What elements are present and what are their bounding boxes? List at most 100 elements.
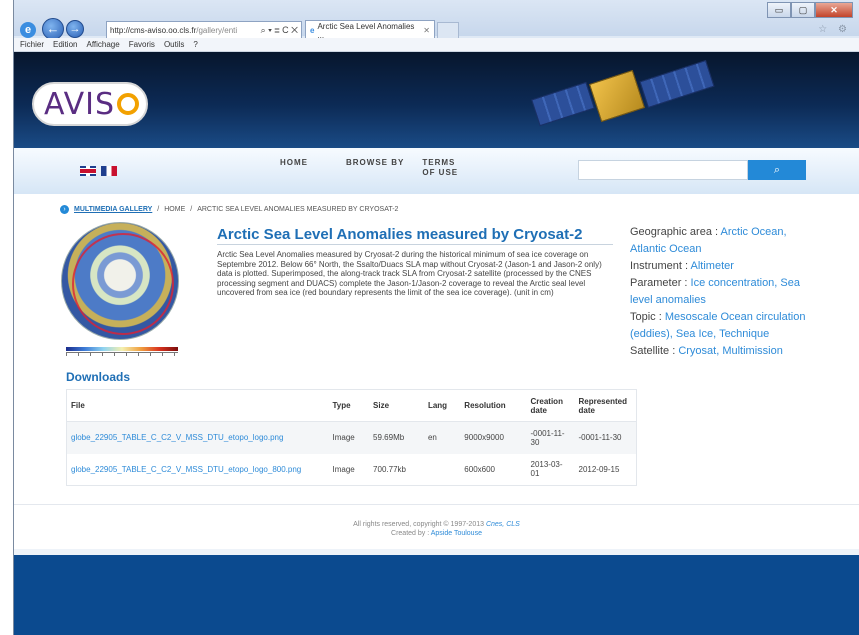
cell-resolution: 600x600 xyxy=(464,464,495,474)
meta-satellite-value[interactable]: Cryosat, Multimission xyxy=(678,345,783,357)
cell-type: Image xyxy=(328,421,370,454)
colorbar-ticks xyxy=(66,352,178,356)
french-flag-icon[interactable] xyxy=(101,166,117,176)
aviso-logo[interactable]: AVIS xyxy=(32,82,148,126)
menu-help[interactable]: ? xyxy=(193,40,197,49)
web-page: AVIS HOME BROWSE BY TERMS OF USE ⌕ › MUL… xyxy=(14,52,859,635)
tab-ie-icon: e xyxy=(310,26,315,35)
meta-satellite-label: Satellite : xyxy=(630,345,676,357)
cell-represented-date: 2012-09-15 xyxy=(578,464,620,474)
search-icon: ⌕ xyxy=(773,164,781,176)
breadcrumb-gallery-link[interactable]: MULTIMEDIA GALLERY xyxy=(74,206,152,213)
favorites-icons[interactable]: ☆ ⚙ xyxy=(818,24,851,35)
satellite-body xyxy=(588,69,646,123)
navigation-bar: HOME BROWSE BY TERMS OF USE ⌕ xyxy=(14,148,859,194)
window-left-border xyxy=(0,0,14,635)
search-input[interactable] xyxy=(578,160,748,180)
cell-size: 59.69Mb xyxy=(369,421,424,454)
menu-bar: Fichier Edition Affichage Favoris Outils… xyxy=(14,38,859,52)
meta-instrument-value[interactable]: Altimeter xyxy=(691,260,734,272)
forward-arrow-icon[interactable]: → xyxy=(66,20,84,38)
cell-lang: en xyxy=(423,421,461,454)
meta-instrument-label: Instrument : xyxy=(630,260,689,272)
menu-outils[interactable]: Outils xyxy=(164,40,184,49)
nav-browse-by[interactable]: BROWSE BY xyxy=(346,158,404,178)
browser-toolbar: e ← → http://cms-aviso.oo.cls.fr/gallery… xyxy=(14,0,859,40)
cell-lang xyxy=(424,454,460,486)
item-description: Arctic Sea Level Anomalies measured by C… xyxy=(217,250,602,298)
breadcrumb-home-link[interactable]: HOME xyxy=(164,206,185,213)
footer: All rights reserved, copyright © 1997-20… xyxy=(14,520,859,538)
language-flags xyxy=(80,166,117,176)
maximize-button[interactable]: ▢ xyxy=(791,2,815,18)
back-arrow-icon[interactable]: ← xyxy=(42,18,64,40)
header-banner: AVIS xyxy=(14,52,859,148)
file-link[interactable]: globe_22905_TABLE_C_C2_V_MSS_DTU_etopo_l… xyxy=(66,421,329,454)
meta-satellite: Satellite : Cryosat, Multimission xyxy=(630,343,814,360)
col-file: File xyxy=(66,389,329,422)
nav-terms-of-use[interactable]: TERMS OF USE xyxy=(422,158,468,178)
footer-copyright-line: All rights reserved, copyright © 1997-20… xyxy=(14,520,859,529)
col-size: Size xyxy=(369,389,424,422)
cell-represented-date: -0001-11-30 xyxy=(574,421,637,454)
colorbar-scale xyxy=(66,347,178,351)
footer-divider xyxy=(14,504,859,505)
menu-affichage[interactable]: Affichage xyxy=(86,40,119,49)
meta-geo-label: Geographic area : xyxy=(630,226,719,238)
col-represented-date: Represented date xyxy=(574,389,637,422)
english-flag-icon[interactable] xyxy=(80,166,96,176)
close-window-button[interactable]: ✕ xyxy=(815,2,853,18)
address-bar[interactable]: http://cms-aviso.oo.cls.fr/gallery/enti … xyxy=(106,21,302,39)
cell-resolution: 9000x9000 xyxy=(460,421,527,454)
breadcrumb-current: ARCTIC SEA LEVEL ANOMALIES MEASURED BY C… xyxy=(197,206,399,213)
table-row: globe_22905_TABLE_C_C2_V_MSS_DTU_etopo_l… xyxy=(66,421,637,454)
file-link[interactable]: globe_22905_TABLE_C_C2_V_MSS_DTU_etopo_l… xyxy=(67,454,329,486)
table-header-row: File Type Size Lang Resolution Creation … xyxy=(66,389,637,422)
footer-creator-link[interactable]: Apside Toulouse xyxy=(431,530,482,537)
col-resolution: Resolution xyxy=(460,389,527,422)
breadcrumb: › MULTIMEDIA GALLERY / HOME / ARCTIC SEA… xyxy=(60,205,398,214)
footer-owner-links[interactable]: Cnes, CLS xyxy=(486,521,520,528)
logo-text: AVIS xyxy=(44,86,116,122)
meta-geographic-area: Geographic area : Arctic Ocean, Atlantic… xyxy=(630,224,814,258)
cell-size: 700.77kb xyxy=(373,464,406,474)
meta-parameter-label: Parameter : xyxy=(630,277,688,289)
title-divider xyxy=(217,244,613,245)
item-title: Arctic Sea Level Anomalies measured by C… xyxy=(217,226,583,243)
cell-creation-date: 2013-03-01 xyxy=(530,460,563,479)
meta-parameter: Parameter : Ice concentration, Sea level… xyxy=(630,275,814,309)
meta-topic: Topic : Mesoscale Ocean circulation (edd… xyxy=(630,309,814,343)
cell-creation-date: -0001-11-30 xyxy=(526,421,575,454)
table-row: globe_22905_TABLE_C_C2_V_MSS_DTU_etopo_l… xyxy=(67,454,637,486)
url-rest: /gallery/enti xyxy=(196,25,238,35)
footer-created-by: Created by : xyxy=(391,530,430,537)
satellite-image xyxy=(531,56,715,144)
footer-copyright: All rights reserved, copyright © 1997-20… xyxy=(353,521,485,528)
solar-panel-right xyxy=(639,59,715,109)
metadata-panel: Geographic area : Arctic Ocean, Atlantic… xyxy=(630,224,814,360)
tab-title: Arctic Sea Level Anomalies ... xyxy=(317,21,415,40)
nav-home[interactable]: HOME xyxy=(280,158,308,178)
menu-favoris[interactable]: Favoris xyxy=(129,40,155,49)
breadcrumb-separator: / xyxy=(157,206,160,213)
menu-fichier[interactable]: Fichier xyxy=(20,40,44,49)
meta-instrument: Instrument : Altimeter xyxy=(630,258,814,275)
tab-close-icon[interactable]: ✕ xyxy=(423,26,434,35)
arctic-globe-image[interactable] xyxy=(61,222,179,340)
url-main: http://cms-aviso.oo.cls.fr xyxy=(110,25,197,35)
address-controls[interactable]: ⌕ ▾ ≣ C ✕ xyxy=(261,25,301,36)
breadcrumb-arrow-icon: › xyxy=(60,205,69,214)
window-controls: ▭ ▢ ✕ xyxy=(767,2,853,18)
menu-edition[interactable]: Edition xyxy=(53,40,77,49)
ie-logo-icon: e xyxy=(20,22,36,38)
downloads-table: File Type Size Lang Resolution Creation … xyxy=(66,389,637,486)
footer-band xyxy=(14,549,859,635)
logo-o-ring xyxy=(117,93,140,115)
breadcrumb-separator: / xyxy=(190,206,193,213)
minimize-button[interactable]: ▭ xyxy=(767,2,791,18)
browser-tab[interactable]: e Arctic Sea Level Anomalies ... ✕ xyxy=(305,20,435,40)
solar-panel-left xyxy=(531,81,595,127)
col-creation-date: Creation date xyxy=(526,389,575,422)
search-button[interactable]: ⌕ xyxy=(748,160,806,180)
col-type: Type xyxy=(328,389,370,422)
